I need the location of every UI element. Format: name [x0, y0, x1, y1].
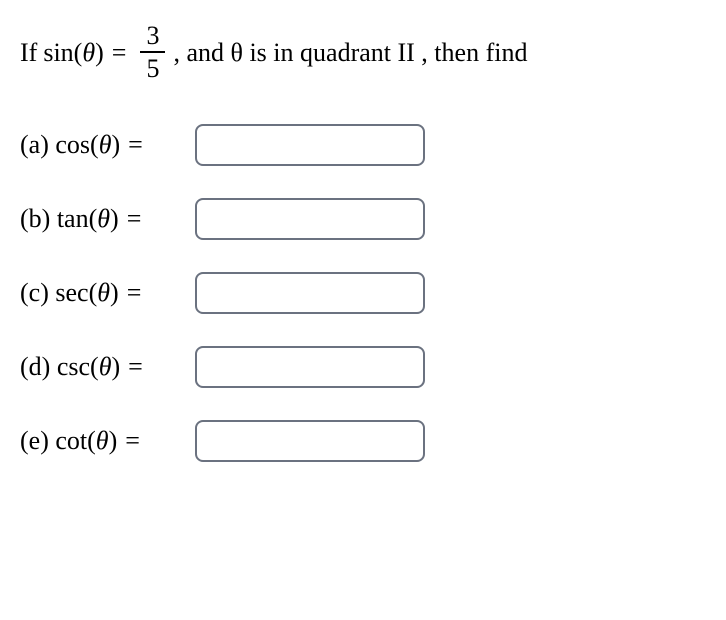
part-b-input[interactable]	[195, 198, 425, 240]
part-d-input[interactable]	[195, 346, 425, 388]
part-c-label: (c) sec(θ) =	[20, 278, 195, 308]
fraction: 3 5	[140, 20, 165, 84]
if-text: If	[20, 37, 37, 68]
part-e-label: (e) cot(θ) =	[20, 426, 195, 456]
part-a-label: (a) cos(θ) =	[20, 130, 195, 160]
part-c-input[interactable]	[195, 272, 425, 314]
equals-sign: =	[112, 37, 127, 68]
part-c-row: (c) sec(θ) =	[20, 272, 706, 314]
part-d-label: (d) csc(θ) =	[20, 352, 195, 382]
part-b-row: (b) tan(θ) =	[20, 198, 706, 240]
given-expression: sin(θ)	[43, 37, 103, 68]
part-e-row: (e) cot(θ) =	[20, 420, 706, 462]
part-d-row: (d) csc(θ) =	[20, 346, 706, 388]
part-a-row: (a) cos(θ) =	[20, 124, 706, 166]
fraction-numerator: 3	[140, 20, 165, 53]
fraction-denominator: 5	[140, 53, 165, 84]
part-b-label: (b) tan(θ) =	[20, 204, 195, 234]
condition-text: , and θ is in quadrant II , then find	[173, 37, 527, 68]
part-a-input[interactable]	[195, 124, 425, 166]
part-e-input[interactable]	[195, 420, 425, 462]
problem-statement: If sin(θ) = 3 5 , and θ is in quadrant I…	[20, 20, 706, 84]
